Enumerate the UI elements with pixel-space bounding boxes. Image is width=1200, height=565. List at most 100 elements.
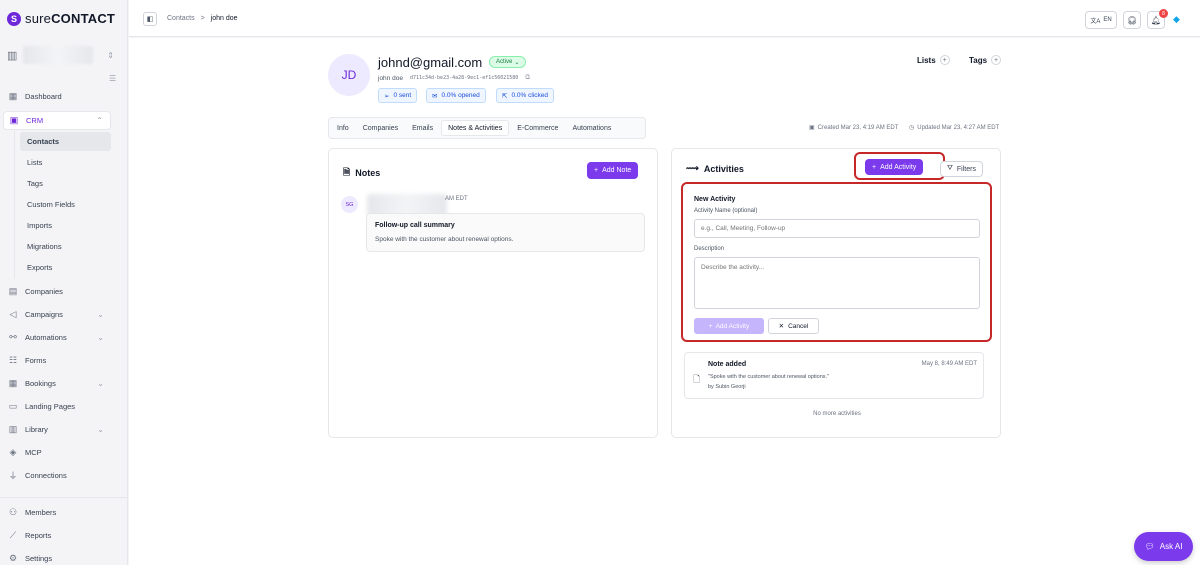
description-textarea[interactable] [694, 257, 980, 309]
nav-companies[interactable]: ▤ Companies [3, 282, 111, 301]
sidebar-item-imports[interactable]: Imports [20, 216, 111, 235]
notifications-button[interactable]: 🔔︎ 8 [1147, 9, 1168, 29]
submit-activity-button[interactable]: + Add Activity [694, 318, 764, 334]
created-label: Created Mar 23, 4:19 AM EDT [817, 124, 899, 131]
app-icon[interactable]: ◆ [1173, 14, 1180, 25]
nav-label: Connections [25, 471, 67, 480]
send-icon: ➢ [384, 92, 390, 100]
nav-label: Bookings [25, 379, 56, 388]
nav-label: Forms [25, 356, 47, 365]
nav-crm[interactable]: ▣ CRM ⌃ [3, 111, 111, 130]
cursor-icon: ⇱ [502, 92, 508, 100]
activity-item[interactable]: 🗋︎ Note added May 8, 8:49 AM EDT "Spoke … [684, 352, 984, 399]
sidebar-item-migrations[interactable]: Migrations [20, 237, 111, 256]
workflow-icon: ⚯ [9, 332, 17, 342]
sidebar-toggle-icon[interactable]: ◧ [143, 12, 157, 26]
activity-date: May 8, 8:49 AM EDT [921, 361, 977, 367]
activity-name-input[interactable] [694, 219, 980, 238]
nav-label: Dashboard [25, 92, 62, 101]
workspace-switcher[interactable]: ▥ ⇕ [7, 41, 117, 69]
nav-library[interactable]: ▥ Library ⌄ [3, 420, 111, 439]
nav-label: Reports [25, 531, 52, 540]
help-button[interactable]: 🎧︎ [1123, 11, 1141, 29]
plus-icon: + [872, 163, 877, 171]
tab-emails[interactable]: Emails [406, 120, 439, 136]
nav-label: Library [25, 425, 48, 434]
sidebar-item-lists[interactable]: Lists [20, 153, 111, 172]
contact-tabs: Info Companies Emails Notes & Activities… [328, 117, 646, 139]
nav-label: Members [25, 508, 57, 517]
notes-title: 🗎︎ Notes [343, 165, 380, 181]
nav-landing-pages[interactable]: ▭ Landing Pages [3, 397, 111, 416]
chevron-updown-icon: ⇕ [107, 50, 114, 60]
tab-ecommerce[interactable]: E-Commerce [511, 120, 564, 136]
tab-companies[interactable]: Companies [357, 120, 404, 136]
chart-icon: ⟋ [9, 530, 17, 540]
translate-icon: 文A [1090, 18, 1101, 25]
copy-icon[interactable]: ⧉ [525, 74, 530, 82]
status-badge[interactable]: Active ⌄ [489, 56, 527, 68]
nav-settings[interactable]: ⚙ Settings [3, 549, 111, 565]
nav-forms[interactable]: ☷ Forms [3, 351, 111, 370]
nav-bookings[interactable]: ▦ Bookings ⌄ [3, 374, 111, 393]
submit-activity-label: Add Activity [715, 322, 750, 330]
document-icon: 🗋︎ [693, 374, 701, 384]
calendar-icon: ▣ [809, 125, 815, 131]
cancel-label: Cancel [788, 322, 809, 330]
tags-label: Tags [969, 55, 988, 65]
add-activity-button[interactable]: + Add Activity [865, 159, 924, 175]
activities-card: ⟿ Activities + Add Activity ⛛ Filters New A… [671, 148, 1001, 438]
workspace-name-redacted [23, 46, 94, 64]
mail-open-icon: ✉ [432, 92, 438, 100]
nav-label: Landing Pages [25, 402, 76, 411]
brand-logo[interactable]: S sureCONTACT [7, 11, 115, 26]
nav-members[interactable]: ⚇ Members [3, 503, 111, 522]
chevron-up-icon: ⌃ [96, 116, 103, 125]
notes-card: 🗎︎ Notes + Add Note SG AM EDT Follow-up ca… [328, 148, 658, 438]
note-body: Spoke with the customer about renewal op… [375, 236, 514, 243]
clock-icon: ◷ [909, 125, 915, 131]
collapse-sidebar-icon[interactable]: ☰ [109, 74, 116, 83]
headset-icon: 🎧︎ [1126, 15, 1138, 25]
file-icon: 🗎︎ [343, 167, 351, 177]
stat-sent-label: 0 sent [393, 92, 412, 99]
tab-notes-activities[interactable]: Notes & Activities [441, 120, 510, 136]
nav-campaigns[interactable]: ◁ Campaigns ⌄ [3, 305, 111, 324]
nav-mcp[interactable]: ◈ MCP [3, 443, 111, 462]
plus-icon[interactable]: + [991, 55, 1002, 65]
building-icon: ▥ [7, 49, 18, 62]
chevron-down-icon: ⌄ [97, 310, 104, 319]
description-label: Description [694, 246, 725, 252]
language-button[interactable]: 文A EN [1085, 11, 1117, 29]
nav-automations[interactable]: ⚯ Automations ⌄ [3, 328, 111, 347]
nav-label: CRM [26, 116, 44, 125]
close-icon: ✕ [778, 323, 785, 330]
ask-ai-button[interactable]: 💬︎ Ask AI [1134, 532, 1193, 561]
lists-control[interactable]: Lists + [917, 55, 950, 65]
cancel-button[interactable]: ✕ Cancel [768, 318, 819, 334]
filters-button[interactable]: ⛛ Filters [940, 161, 983, 177]
breadcrumb-contacts[interactable]: Contacts [167, 15, 195, 22]
nav-dashboard[interactable]: ▦ Dashboard [3, 87, 111, 106]
plus-icon[interactable]: + [939, 55, 950, 65]
tab-automations[interactable]: Automations [566, 120, 617, 136]
sidebar-item-custom-fields[interactable]: Custom Fields [20, 195, 111, 214]
add-note-button[interactable]: + Add Note [587, 162, 639, 179]
updated-label: Updated Mar 23, 4:27 AM EDT [917, 124, 1000, 131]
plug-icon: ⏚ [8, 471, 18, 481]
library-icon: ▥ [8, 424, 18, 434]
sidebar-item-tags[interactable]: Tags [20, 174, 111, 193]
tab-info[interactable]: Info [331, 120, 355, 136]
contact-avatar: JD [328, 54, 370, 96]
sidebar-item-contacts[interactable]: Contacts [20, 132, 111, 151]
note-item[interactable]: Follow-up call summary Spoke with the cu… [366, 213, 645, 252]
sidebar-item-exports[interactable]: Exports [20, 258, 111, 277]
note-time: AM EDT [445, 196, 468, 202]
tags-control[interactable]: Tags + [969, 55, 1002, 65]
nav-connections[interactable]: ⏚ Connections [3, 466, 111, 485]
note-title: Follow-up call summary [375, 222, 455, 229]
note-author-avatar: SG [341, 196, 358, 213]
nav-reports[interactable]: ⟋ Reports [3, 526, 111, 545]
add-note-label: Add Note [602, 167, 632, 174]
activity-quote: "Spoke with the customer about renewal o… [708, 374, 829, 380]
